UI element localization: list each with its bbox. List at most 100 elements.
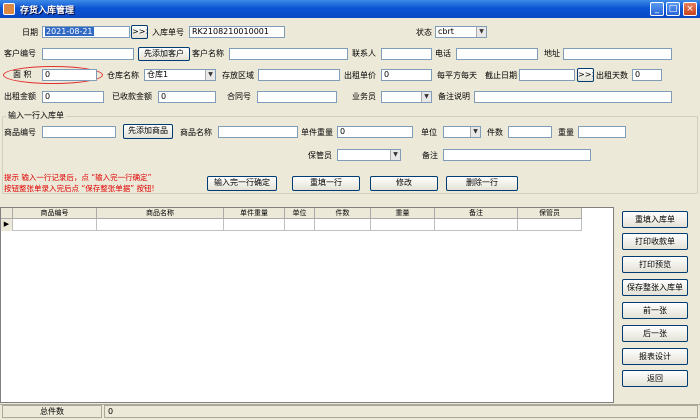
contact-field[interactable]	[381, 48, 432, 60]
grid-cell[interactable]	[315, 219, 371, 231]
inbound-no-field[interactable]: RK2108210010001	[189, 26, 285, 38]
rent-days-label: 出租天数	[596, 71, 628, 80]
line-entry-group-title: 输入一行入库单	[6, 110, 66, 122]
app-icon	[3, 3, 15, 15]
storage-area-label: 存放区域	[222, 71, 254, 80]
rent-days-field[interactable]: 0	[632, 69, 662, 81]
grid-cell[interactable]	[13, 219, 97, 231]
rent-price-field[interactable]: 0	[381, 69, 432, 81]
date-label: 日期	[22, 28, 38, 37]
contract-field[interactable]	[257, 91, 337, 103]
weight-label: 重量	[558, 128, 574, 137]
customer-name-field[interactable]	[229, 48, 348, 60]
address-field[interactable]	[563, 48, 672, 60]
title-bar: 存货入库管理 _ □ ×	[0, 0, 700, 18]
next-button[interactable]: 后一张	[622, 325, 688, 342]
received-label: 已收款金额	[112, 92, 152, 101]
qty-label: 件数	[487, 128, 503, 137]
column-header[interactable]: 重量	[371, 208, 435, 219]
refill-line-button[interactable]: 重填一行	[292, 176, 360, 191]
storage-area-field[interactable]	[258, 69, 340, 81]
deadline-picker-button[interactable]: >>>	[577, 68, 594, 82]
received-field[interactable]: 0	[158, 91, 216, 103]
salesman-dropdown[interactable]: ▼	[381, 91, 432, 103]
unit-label: 单位	[421, 128, 437, 137]
column-header[interactable]: 保管员	[518, 208, 582, 219]
rent-price-label: 出租单价	[344, 71, 376, 80]
remark-label: 备注说明	[438, 92, 470, 101]
unit-weight-label: 单件重量	[301, 128, 333, 137]
maximize-button[interactable]: □	[666, 2, 680, 16]
note-field[interactable]	[443, 149, 591, 161]
status-label: 状态	[416, 28, 432, 37]
print-receipt-button[interactable]: 打印收款单	[622, 233, 688, 250]
total-count-value: 0	[104, 405, 698, 418]
back-button[interactable]: 返回	[622, 370, 688, 387]
contact-label: 联系人	[352, 49, 376, 58]
grid-header: 商品编号 商品名称 单件重量 单位 件数 重量 备注 保管员	[1, 208, 582, 219]
column-header[interactable]: 商品编号	[13, 208, 97, 219]
area-field[interactable]: 0	[42, 69, 97, 81]
per-sqm-label: 每平方每天	[437, 71, 477, 80]
chevron-down-icon: ▼	[205, 70, 215, 80]
weight-field[interactable]	[578, 126, 626, 138]
total-count-label: 总件数	[2, 405, 102, 418]
phone-label: 电话	[435, 49, 451, 58]
column-header[interactable]: 单件重量	[224, 208, 285, 219]
warehouse-value: 仓库1	[147, 70, 169, 79]
grid-cell[interactable]	[285, 219, 315, 231]
rent-amount-field[interactable]: 0	[42, 91, 104, 103]
add-product-button[interactable]: 先添加商品	[123, 124, 173, 139]
column-header[interactable]: 备注	[435, 208, 518, 219]
column-header[interactable]: 单位	[285, 208, 315, 219]
address-label: 地址	[544, 49, 560, 58]
table-row[interactable]: ▶	[1, 219, 582, 231]
product-no-field[interactable]	[42, 126, 116, 138]
minimize-button[interactable]: _	[650, 2, 664, 16]
report-design-button[interactable]: 报表设计	[622, 348, 688, 365]
qty-field[interactable]	[508, 126, 552, 138]
inbound-no-label: 入库单号	[152, 28, 184, 37]
deadline-field[interactable]	[519, 69, 575, 81]
area-label: 面 积	[13, 70, 32, 79]
product-name-field[interactable]	[218, 126, 298, 138]
rent-amount-label: 出租金额	[4, 92, 36, 101]
window-title: 存货入库管理	[20, 6, 75, 16]
phone-field[interactable]	[456, 48, 538, 60]
print-preview-button[interactable]: 打印预览	[622, 256, 688, 273]
unit-weight-field[interactable]: 0	[337, 126, 413, 138]
hint-line-1: 提示 输入一行记录后，点 “输入完一行确定”	[4, 173, 152, 182]
chevron-down-icon: ▼	[476, 27, 486, 37]
unit-dropdown[interactable]: ▼	[443, 126, 481, 138]
warehouse-dropdown[interactable]: 仓库1 ▼	[144, 69, 216, 81]
keeper-dropdown[interactable]: ▼	[337, 149, 401, 161]
grid-cell[interactable]	[224, 219, 285, 231]
status-dropdown[interactable]: cbrt ▼	[435, 26, 487, 38]
items-grid[interactable]: 商品编号 商品名称 单件重量 单位 件数 重量 备注 保管员 ▶	[0, 207, 614, 403]
confirm-line-button[interactable]: 输入完一行确定	[207, 176, 277, 191]
modify-button[interactable]: 修改	[370, 176, 438, 191]
note-label: 备注	[422, 151, 438, 160]
chevron-down-icon: ▼	[470, 127, 480, 137]
grid-cell[interactable]	[371, 219, 435, 231]
warehouse-label: 仓库名称	[107, 71, 139, 80]
column-header[interactable]: 件数	[315, 208, 371, 219]
chevron-down-icon: ▼	[421, 92, 431, 102]
customer-no-field[interactable]	[42, 48, 134, 60]
chevron-down-icon: ▼	[390, 150, 400, 160]
delete-line-button[interactable]: 删除一行	[446, 176, 518, 191]
column-header[interactable]: 商品名称	[97, 208, 224, 219]
grid-cell[interactable]	[435, 219, 518, 231]
date-picker-button[interactable]: >>>	[131, 25, 148, 39]
date-value: 2021-08-21	[45, 27, 94, 36]
add-customer-button[interactable]: 先添加客户	[138, 47, 190, 61]
grid-cell[interactable]	[518, 219, 582, 231]
remark-field[interactable]	[474, 91, 672, 103]
close-button[interactable]: ×	[683, 2, 697, 16]
refill-inbound-button[interactable]: 重填入库单	[622, 211, 688, 228]
hint-line-2: 按钮整张单录入完后点 “保存整张单据” 按钮!	[4, 184, 155, 193]
save-inbound-button[interactable]: 保存整张入库单	[622, 279, 688, 296]
date-field[interactable]: 2021-08-21	[42, 26, 130, 38]
previous-button[interactable]: 前一张	[622, 302, 688, 319]
grid-cell[interactable]	[97, 219, 224, 231]
